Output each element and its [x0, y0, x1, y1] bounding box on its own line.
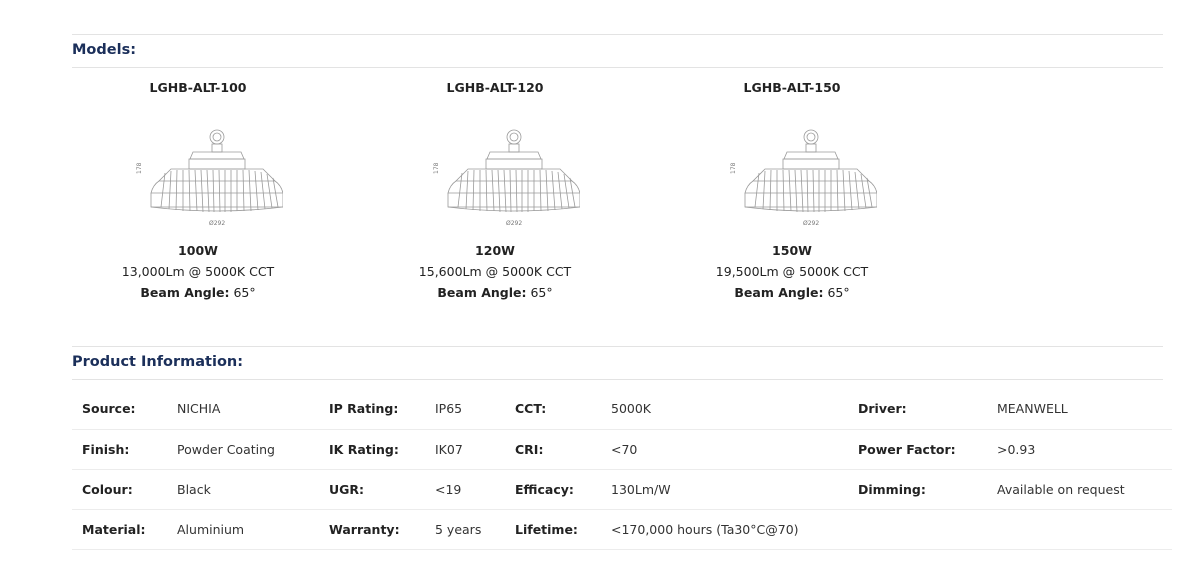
- spec-label: Efficacy:: [505, 469, 601, 510]
- spec-label: Warranty:: [319, 509, 425, 550]
- model-name: LGHB-ALT-100: [149, 80, 247, 95]
- top-divider: [72, 34, 1163, 35]
- table-row: Colour: Black UGR: <19 Efficacy: 130Lm/W…: [72, 469, 1172, 510]
- beam-angle-label: Beam Angle:: [140, 285, 230, 300]
- spec-value: Available on request: [987, 469, 1172, 510]
- height-dimension: 178: [136, 162, 143, 174]
- spec-label: Driver:: [848, 389, 987, 430]
- model-name: LGHB-ALT-150: [743, 80, 841, 95]
- spec-label: Colour:: [72, 469, 167, 510]
- spec-value: MEANWELL: [987, 389, 1172, 430]
- beam-angle-value: 65°: [823, 285, 850, 300]
- spec-value: <19: [425, 469, 505, 510]
- model-lumen: 13,000Lm @ 5000K CCT: [121, 264, 275, 279]
- width-dimension: Ø292: [506, 220, 522, 227]
- spec-value: IK07: [425, 429, 505, 470]
- product-info-heading: Product Information:: [72, 354, 244, 370]
- model-name: LGHB-ALT-120: [446, 80, 544, 95]
- model-wattage: 150W: [772, 243, 812, 258]
- beam-angle-value: 65°: [526, 285, 553, 300]
- model-beam-angle: Beam Angle: 65°: [98, 282, 298, 303]
- high-bay-light-diagram: 178 Ø292: [433, 129, 580, 227]
- spec-value: Black: [167, 469, 319, 510]
- spec-label: Lifetime:: [505, 509, 601, 550]
- width-dimension: Ø292: [803, 220, 819, 227]
- table-row: Finish: Powder Coating IK Rating: IK07 C…: [72, 429, 1172, 470]
- spec-value: Aluminium: [167, 509, 319, 550]
- spec-label: Material:: [72, 509, 167, 550]
- width-dimension: Ø292: [209, 220, 225, 227]
- spec-value: Powder Coating: [167, 429, 319, 470]
- product-info-divider: [72, 379, 1163, 380]
- spec-label: IP Rating:: [319, 389, 425, 430]
- beam-angle-label: Beam Angle:: [734, 285, 824, 300]
- high-bay-light-diagram: 178 Ø292: [730, 129, 877, 227]
- model-card: LGHB-ALT-150 178 Ø292 150W 19,500Lm @ 50…: [692, 79, 892, 303]
- spec-label: Source:: [72, 389, 167, 430]
- spec-label: Power Factor:: [848, 429, 987, 470]
- product-info-table: Source: NICHIA IP Rating: IP65 CCT: 5000…: [72, 389, 1172, 550]
- product-info-top-divider: [72, 346, 1163, 347]
- model-beam-angle: Beam Angle: 65°: [395, 282, 595, 303]
- spec-value: [987, 509, 1172, 550]
- height-dimension: 178: [730, 162, 737, 174]
- spec-value: 5000K: [601, 389, 848, 430]
- spec-label: CRI:: [505, 429, 601, 470]
- beam-angle-label: Beam Angle:: [437, 285, 527, 300]
- spec-value: >0.93: [987, 429, 1172, 470]
- height-dimension: 178: [433, 162, 440, 174]
- model-lumen: 15,600Lm @ 5000K CCT: [418, 264, 572, 279]
- model-wattage: 120W: [475, 243, 515, 258]
- model-lumen: 19,500Lm @ 5000K CCT: [715, 264, 869, 279]
- spec-value: <170,000 hours (Ta30°C@70): [601, 509, 848, 550]
- spec-label: [848, 509, 987, 550]
- spec-value: IP65: [425, 389, 505, 430]
- models-heading: Models:: [72, 42, 137, 58]
- models-divider: [72, 67, 1163, 68]
- model-card: LGHB-ALT-100 178 Ø292 100W 13,000Lm @ 50…: [98, 79, 298, 303]
- table-row: Source: NICHIA IP Rating: IP65 CCT: 5000…: [72, 389, 1172, 430]
- spec-label: Dimming:: [848, 469, 987, 510]
- spec-label: CCT:: [505, 389, 601, 430]
- high-bay-light-diagram: 178 Ø292: [136, 129, 283, 227]
- spec-label: UGR:: [319, 469, 425, 510]
- model-wattage: 100W: [178, 243, 218, 258]
- model-card: LGHB-ALT-120 178 Ø292 120W 15,600Lm @ 50…: [395, 79, 595, 303]
- spec-label: IK Rating:: [319, 429, 425, 470]
- spec-value: <70: [601, 429, 848, 470]
- spec-label: Finish:: [72, 429, 167, 470]
- spec-value: 5 years: [425, 509, 505, 550]
- spec-value: 130Lm/W: [601, 469, 848, 510]
- spec-value: NICHIA: [167, 389, 319, 430]
- beam-angle-value: 65°: [229, 285, 256, 300]
- model-beam-angle: Beam Angle: 65°: [692, 282, 892, 303]
- table-row: Material: Aluminium Warranty: 5 years Li…: [72, 509, 1172, 550]
